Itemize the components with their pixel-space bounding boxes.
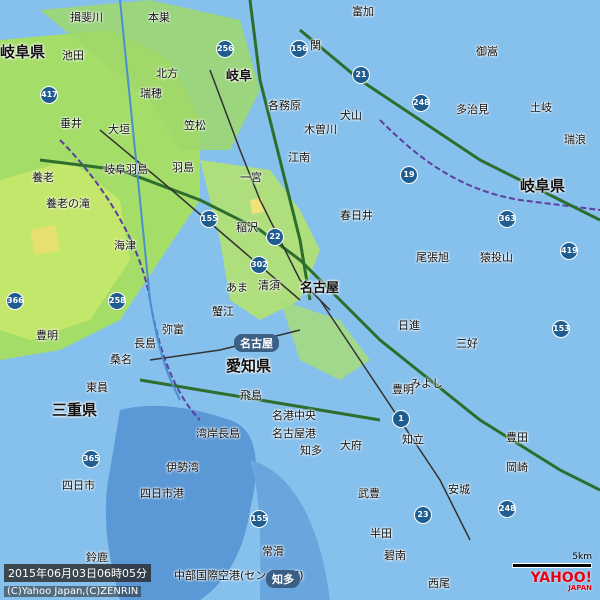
rain-cell-yellow [30,225,60,255]
place-label: 鈴鹿 [86,551,108,564]
route-shield-icon: 419 [560,242,578,260]
route-shield-icon: 155 [250,510,268,528]
route-shield-icon: 417 [40,86,58,104]
place-label: 揖斐川 [70,11,103,24]
place-label: 弥富 [162,323,184,336]
place-label: 桑名 [110,353,132,366]
route-shield-icon: 156 [290,40,308,58]
place-label: 豊明 [36,329,58,342]
place-label: 大垣 [108,123,130,136]
route-shield-icon: 21 [352,66,370,84]
place-label: 一宮 [240,171,262,184]
place-label: 稲沢 [236,221,258,234]
place-label: 三好 [456,337,478,350]
place-label: 海津 [114,239,136,252]
place-label: 岡崎 [506,461,528,474]
place-label: 猿投山 [480,251,513,264]
place-label: 春日井 [340,209,373,222]
route-shield-icon: 366 [6,292,24,310]
place-label: 瑞穂 [140,87,162,100]
place-label: 湾岸長島 [196,427,240,440]
place-label: 各務原 [268,99,301,112]
place-label: 伊勢湾 [166,461,199,474]
place-label: 垂井 [60,117,82,130]
place-label: 知多 [300,444,322,457]
rain-cell-yellow-2 [250,198,264,214]
place-label: 養老の滝 [46,197,90,210]
place-label: 日進 [398,319,420,332]
place-label: 瑞浪 [564,133,586,146]
place-label: 江南 [288,151,310,164]
place-label: 武豊 [358,487,380,500]
place-label: 関 [310,39,321,52]
place-label: 羽島 [172,161,194,174]
place-label: 飛島 [240,389,262,402]
route-shield-icon: 19 [400,166,418,184]
place-label: 名古屋港 [272,427,316,440]
place-label: 木曽川 [304,123,337,136]
copyright: (C)Yahoo Japan,(C)ZENRIN [4,586,142,597]
place-label: 北方 [156,67,178,80]
place-label: あま [226,281,248,294]
place-label: 常滑 [262,545,284,558]
route-shield-icon: 153 [552,320,570,338]
place-label: 池田 [62,49,84,62]
place-label: 犬山 [340,109,362,122]
route-shield-icon: 1 [392,410,410,428]
place-label: 豊明 [392,383,414,396]
timestamp: 2015年06月03日06時05分 [4,564,151,582]
place-label: 多治見 [456,103,489,116]
place-label: 四日市港 [140,487,184,500]
area-badge[interactable]: 知多 [266,570,300,588]
route-shield-icon: 248 [498,500,516,518]
place-label: 尾張旭 [416,251,449,264]
scale-label: 5km [572,552,592,562]
place-label: 清須 [258,279,280,292]
scale-bar: 5km [512,552,592,568]
route-shield-icon: 23 [414,506,432,524]
route-shield-icon: 155 [200,210,218,228]
route-shield-icon: 258 [108,292,126,310]
place-label: 西尾 [428,577,450,590]
city-label[interactable]: 名古屋 [300,282,339,296]
place-label: 名港中央 [272,409,316,422]
place-label: みよし [410,377,443,390]
place-label: 四日市 [62,479,95,492]
yahoo-logo[interactable]: YAHOO! JAPAN [530,571,592,592]
route-shield-icon: 248 [412,94,430,112]
route-shield-icon: 302 [250,256,268,274]
place-label: 大府 [340,439,362,452]
place-label: 碧南 [384,549,406,562]
area-badge[interactable]: 名古屋 [234,334,279,352]
pref-label: 岐阜県 [520,177,566,195]
place-label: 本巣 [148,11,170,24]
place-label: 富加 [352,5,374,18]
place-label: 東員 [86,381,108,394]
place-label: 長島 [134,337,156,350]
place-label: 半田 [370,527,392,540]
place-label: 土岐 [530,101,552,114]
place-label: 知立 [402,433,424,446]
city-label[interactable]: 岐阜 [226,70,252,84]
route-shield-icon: 365 [82,450,100,468]
place-label: 岐阜羽島 [104,163,148,176]
place-label: 笠松 [184,119,206,132]
rain-radar-map[interactable]: 名古屋 岐阜 犬山 春日井 一宮 稲沢 岐阜県 岐阜県 愛知県 三重県 揖斐川 … [0,0,600,600]
route-shield-icon: 363 [498,210,516,228]
route-shield-icon: 256 [216,40,234,58]
scale-bar-line [512,563,592,568]
place-label: 御嵩 [476,45,498,58]
place-label: 蟹江 [212,305,234,318]
pref-label: 三重県 [52,401,98,419]
place-label: 養老 [32,171,54,184]
place-label: 安城 [448,483,470,496]
pref-label: 愛知県 [226,357,272,375]
place-label: 豊田 [506,431,528,444]
pref-label: 岐阜県 [0,43,46,61]
route-shield-icon: 22 [266,228,284,246]
